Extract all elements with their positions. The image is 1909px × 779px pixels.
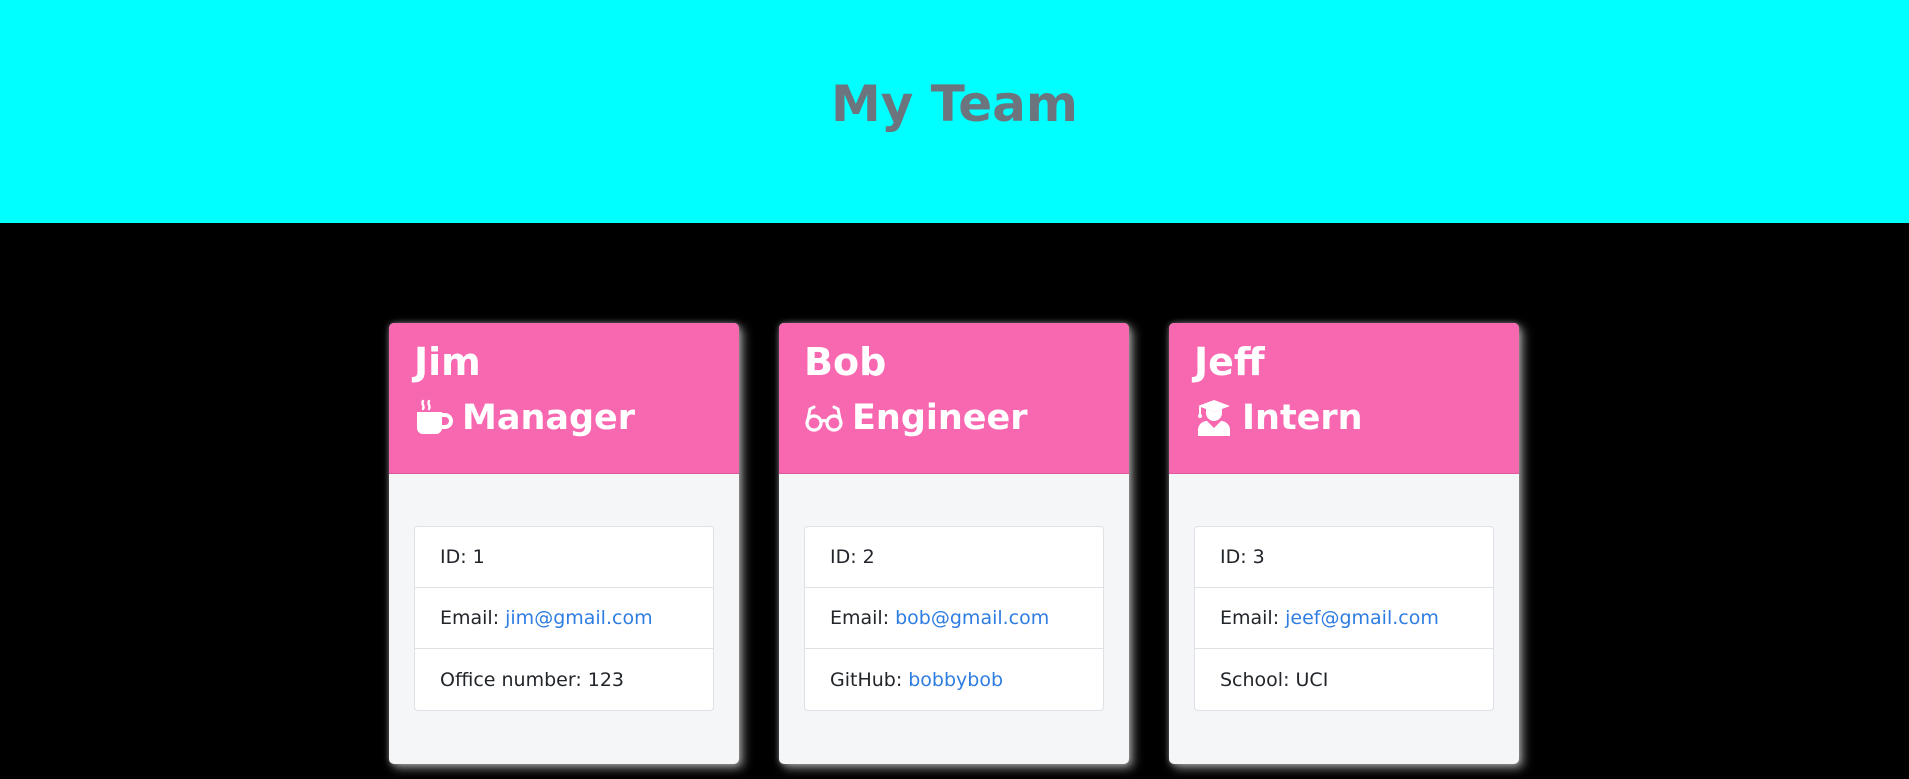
employee-name: Jim	[414, 340, 481, 384]
employee-email: Email: jim@gmail.com	[415, 588, 713, 649]
employee-name: Bob	[804, 340, 887, 384]
card-body: ID: 2 Email: bob@gmail.com GitHub: bobby…	[779, 474, 1129, 711]
role-label: Intern	[1242, 398, 1363, 438]
github: GitHub: bobbybob	[805, 649, 1103, 710]
employee-email: Email: bob@gmail.com	[805, 588, 1103, 649]
id-text: ID: 1	[440, 546, 485, 568]
employee-role: Manager	[414, 393, 714, 443]
card-header: Jeff Intern	[1169, 323, 1519, 474]
employee-id: ID: 3	[1195, 527, 1493, 588]
github-label: GitHub:	[830, 668, 903, 691]
employee-card-manager: Jim Manager ID: 1 Email: jim@gmail.com O…	[389, 323, 739, 764]
email-link[interactable]: jeef@gmail.com	[1285, 607, 1439, 629]
employee-name: Jeff	[1194, 340, 1265, 384]
employee-id: ID: 1	[415, 527, 713, 588]
school-text: School: UCI	[1220, 668, 1329, 691]
employee-role: Intern	[1194, 393, 1494, 443]
graduate-icon	[1194, 398, 1234, 438]
email-label: Email:	[1220, 607, 1280, 629]
card-header: Bob Engineer	[779, 323, 1129, 474]
email-label: Email:	[830, 607, 890, 629]
employee-details: ID: 3 Email: jeef@gmail.com School: UCI	[1194, 526, 1494, 711]
employee-card-engineer: Bob Engineer ID: 2 Email: bob@gmail.com	[779, 323, 1129, 764]
page-header: My Team	[0, 0, 1909, 223]
office-number: Office number: 123	[415, 649, 713, 710]
card-header: Jim Manager	[389, 323, 739, 474]
role-label: Manager	[462, 398, 636, 438]
email-label: Email:	[440, 607, 500, 629]
employee-details: ID: 1 Email: jim@gmail.com Office number…	[414, 526, 714, 711]
github-link[interactable]: bobbybob	[908, 669, 1003, 691]
glasses-icon	[804, 398, 844, 438]
employee-email: Email: jeef@gmail.com	[1195, 588, 1493, 649]
id-text: ID: 2	[830, 546, 875, 568]
email-link[interactable]: jim@gmail.com	[505, 607, 652, 629]
employee-id: ID: 2	[805, 527, 1103, 588]
email-link[interactable]: bob@gmail.com	[895, 607, 1049, 629]
page-title: My Team	[831, 74, 1078, 133]
card-body: ID: 3 Email: jeef@gmail.com School: UCI	[1169, 474, 1519, 711]
employee-role: Engineer	[804, 393, 1104, 443]
card-body: ID: 1 Email: jim@gmail.com Office number…	[389, 474, 739, 711]
school: School: UCI	[1195, 649, 1493, 710]
id-text: ID: 3	[1220, 546, 1265, 568]
coffee-mug-icon	[414, 398, 454, 438]
role-label: Engineer	[852, 398, 1028, 438]
employee-card-intern: Jeff Intern ID: 3 Email: jeef@gmail.com	[1169, 323, 1519, 764]
employee-details: ID: 2 Email: bob@gmail.com GitHub: bobby…	[804, 526, 1104, 711]
office-number-text: Office number: 123	[440, 668, 625, 691]
